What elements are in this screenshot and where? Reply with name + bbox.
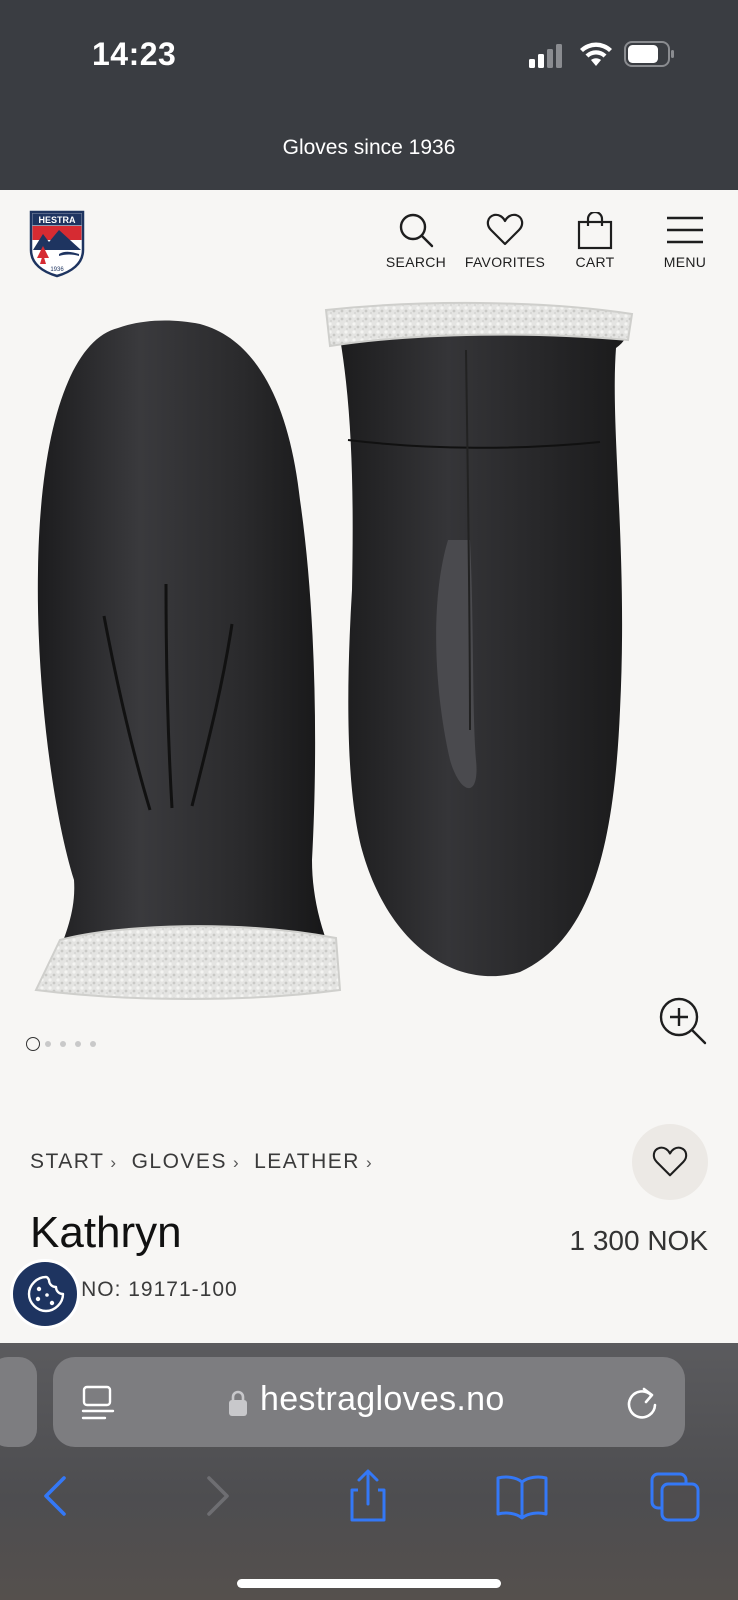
search-button[interactable]: SEARCH xyxy=(371,212,461,278)
breadcrumb-item-start[interactable]: START xyxy=(30,1150,104,1174)
heart-icon xyxy=(486,213,524,246)
breadcrumb-separator: › xyxy=(110,1153,118,1172)
battery-icon xyxy=(624,41,674,67)
reader-icon[interactable] xyxy=(81,1385,115,1421)
tabs-icon[interactable] xyxy=(646,1468,706,1524)
gallery-dot[interactable] xyxy=(45,1041,51,1047)
breadcrumb-item-gloves[interactable]: GLOVES xyxy=(132,1150,227,1174)
lock-icon xyxy=(229,1390,247,1416)
logo-year: 1936 xyxy=(50,267,64,273)
hamburger-icon xyxy=(667,216,703,244)
favorites-label: FAVORITES xyxy=(464,254,546,270)
menu-button[interactable]: MENU xyxy=(640,212,730,278)
product-image[interactable] xyxy=(0,290,738,1050)
breadcrumb-item-leather[interactable]: LEATHER xyxy=(254,1150,360,1174)
logo-text: HESTRA xyxy=(38,215,76,225)
status-time: 14:23 xyxy=(92,36,177,72)
browser-chrome: hestragloves.no xyxy=(0,1343,738,1600)
search-icon xyxy=(399,213,434,248)
promo-bar: Gloves since 1936 xyxy=(0,110,738,190)
home-indicator xyxy=(237,1579,501,1588)
url-text[interactable]: hestragloves.no xyxy=(260,1380,505,1419)
breadcrumb: START › GLOVES › LEATHER › xyxy=(30,1150,387,1174)
breadcrumb-separator: › xyxy=(232,1153,241,1172)
status-bar: 14:23 xyxy=(0,0,738,110)
product-gallery[interactable] xyxy=(0,290,738,1070)
wifi-icon xyxy=(580,42,612,66)
forward-icon[interactable] xyxy=(185,1468,245,1524)
search-label: SEARCH xyxy=(385,254,447,270)
cellular-signal-icon xyxy=(529,44,562,68)
gallery-dot[interactable] xyxy=(26,1037,40,1051)
menu-label: MENU xyxy=(663,254,707,270)
gallery-dot[interactable] xyxy=(75,1041,81,1047)
bag-icon xyxy=(577,212,613,250)
add-to-favorites-button[interactable] xyxy=(632,1124,708,1200)
product-price: 1 300 NOK xyxy=(569,1225,708,1256)
favorites-button[interactable]: FAVORITES xyxy=(460,212,550,278)
bookmarks-icon[interactable] xyxy=(492,1468,552,1524)
heart-icon xyxy=(652,1146,688,1177)
address-bar[interactable]: hestragloves.no xyxy=(53,1357,685,1447)
product-title: Kathryn xyxy=(30,1208,182,1257)
cookie-settings-button[interactable] xyxy=(10,1259,80,1329)
reload-icon[interactable] xyxy=(624,1383,660,1423)
breadcrumb-separator: › xyxy=(365,1153,374,1172)
share-icon[interactable] xyxy=(338,1468,398,1524)
gallery-dot[interactable] xyxy=(90,1041,96,1047)
cart-button[interactable]: CART xyxy=(550,212,640,278)
hestra-logo[interactable]: HESTRA 1936 xyxy=(29,210,85,278)
cookie-icon xyxy=(27,1275,65,1313)
cart-label: CART xyxy=(575,254,615,270)
gallery-dot[interactable] xyxy=(60,1041,66,1047)
previous-tab-preview[interactable] xyxy=(0,1357,37,1447)
site-header: HESTRA 1936 SEARCH FAVORITES CART MENU xyxy=(0,190,738,290)
back-icon[interactable] xyxy=(28,1468,88,1524)
zoom-in-icon[interactable] xyxy=(658,996,708,1046)
